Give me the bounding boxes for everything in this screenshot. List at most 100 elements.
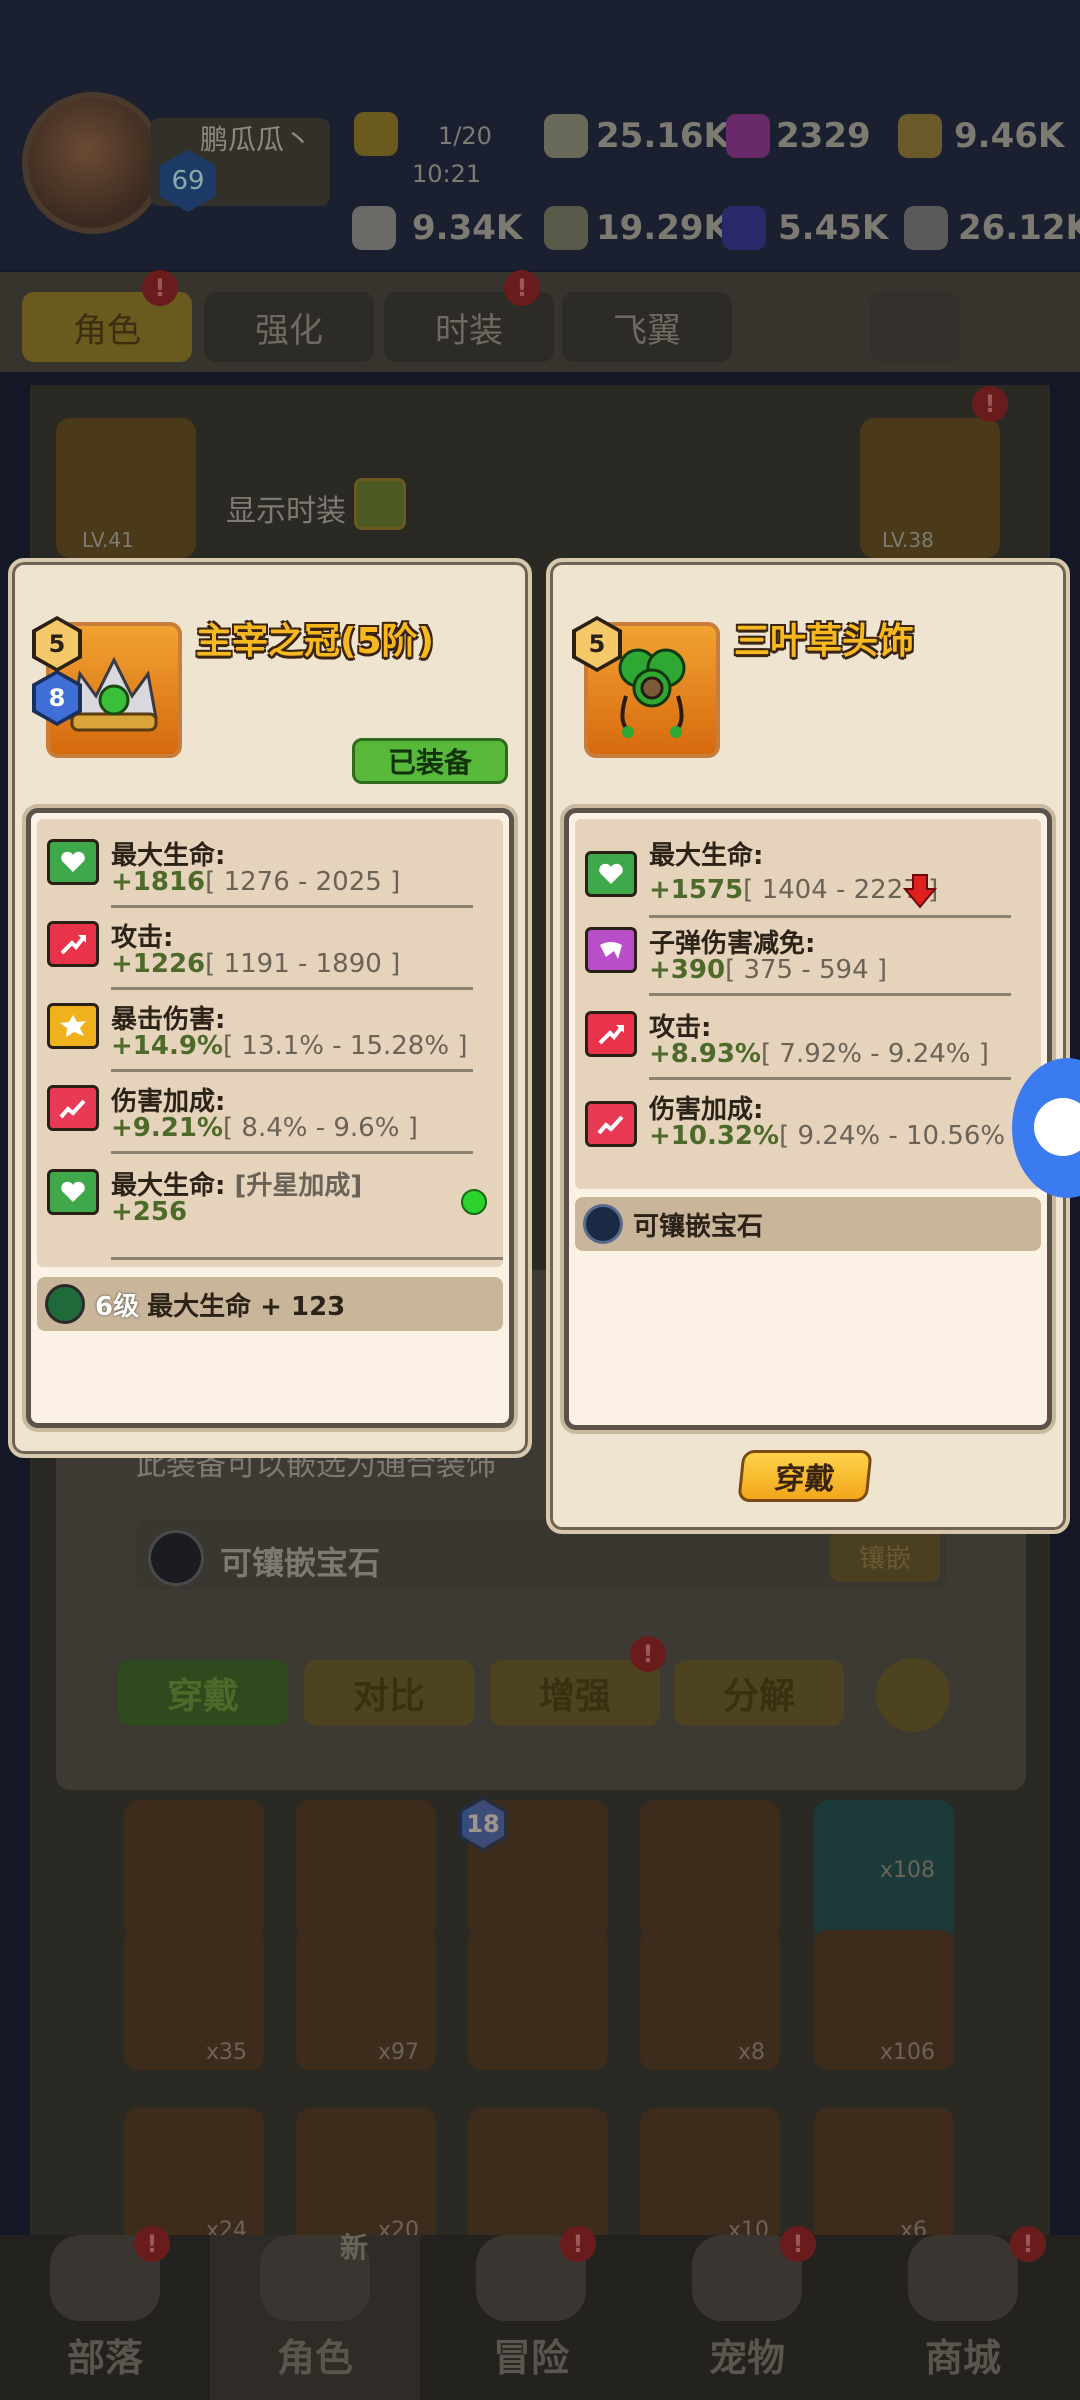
- crystal-icon: [722, 206, 766, 250]
- energy-icon: [354, 112, 398, 156]
- inventory-item-count: x35: [206, 2040, 248, 2065]
- divider: [649, 1077, 1011, 1080]
- compare-item-card: 5 三叶草头饰 最大生命: +1575[ 1404 - 2227 ] 子弹伤害减…: [546, 558, 1070, 1534]
- pink-orb-value: 2329: [776, 116, 871, 156]
- stat-value: +1575[ 1404 - 2227 ]: [649, 875, 939, 905]
- crystal-value: 5.45K: [778, 208, 889, 248]
- gem-socket-icon: [148, 1530, 204, 1586]
- nav-pets[interactable]: 宠物: [642, 2235, 852, 2400]
- stats-panel: 最大生命: +1816[ 1276 - 2025 ] 攻击: +1226[ 11…: [26, 808, 514, 1428]
- shop-icon: [908, 2235, 1018, 2321]
- empty-gem-socket-icon: [583, 1204, 623, 1244]
- nav-character-label: 角色: [276, 2336, 353, 2380]
- stats-panel: 最大生命: +1575[ 1404 - 2227 ] 子弹伤害减免: +390[…: [564, 808, 1052, 1430]
- inventory-item[interactable]: [124, 1800, 264, 1940]
- equip-button-bg[interactable]: 穿戴: [118, 1660, 288, 1726]
- bullet-shield-icon: [585, 927, 637, 973]
- gem-socket-label: 可镶嵌宝石: [220, 1544, 381, 1582]
- active-indicator-dot: [461, 1189, 487, 1215]
- gem-effect: 最大生命 + 123: [147, 1291, 346, 1322]
- nav-tribe-label: 部落: [66, 2336, 143, 2380]
- wood-value: 9.46K: [954, 116, 1065, 156]
- show-costume-label: 显示时装: [226, 494, 346, 529]
- item-title: 主宰之冠(5阶): [196, 621, 434, 662]
- decompose-button[interactable]: 分解: [674, 1660, 844, 1726]
- stone-value: 26.12K: [958, 208, 1080, 248]
- player-avatar[interactable]: [22, 92, 164, 234]
- nav-adventure[interactable]: 冒险: [426, 2235, 636, 2400]
- nav-tribe-alert-badge: !: [134, 2226, 170, 2262]
- stat-value: +390[ 375 - 594 ]: [649, 955, 888, 985]
- divider: [111, 905, 473, 908]
- stat-value: +14.9%[ 13.1% - 15.28% ]: [111, 1031, 468, 1061]
- nav-adventure-label: 冒险: [492, 2336, 569, 2380]
- coin-value: 19.29K: [596, 208, 730, 248]
- enhance-button[interactable]: 增强: [490, 1660, 660, 1726]
- nav-pets-label: 宠物: [708, 2336, 785, 2380]
- stat-value: +1226[ 1191 - 1890 ]: [111, 949, 401, 979]
- inventory-item[interactable]: [468, 2108, 608, 2248]
- divider: [649, 915, 1011, 918]
- coin-icon: [544, 206, 588, 250]
- nav-adventure-alert-badge: !: [560, 2226, 596, 2262]
- compare-button[interactable]: 对比: [304, 1660, 474, 1726]
- divider: [111, 987, 473, 990]
- gem-socket-label: 可镶嵌宝石: [633, 1211, 764, 1242]
- divider: [111, 1257, 503, 1260]
- player-name: 鹏瓜瓜丶: [200, 123, 313, 156]
- pink-orb-icon: [726, 114, 770, 158]
- inventory-item-count: x97: [378, 2040, 420, 2065]
- attack-arrow-icon: [585, 1011, 637, 1057]
- heart-icon: [585, 851, 637, 897]
- gem-level: 6级: [95, 1291, 140, 1322]
- bone-value: 9.34K: [412, 208, 523, 248]
- equip-slot-accessory-level: LV.38: [882, 528, 934, 552]
- tab-wings[interactable]: 飞翼: [562, 292, 732, 362]
- item-title: 三叶草头饰: [734, 621, 915, 662]
- nav-shop-alert-badge: !: [1010, 2226, 1046, 2262]
- inventory-item-count: x106: [880, 2040, 936, 2065]
- divider: [649, 993, 1011, 996]
- nav-shop-label: 商城: [924, 2336, 1001, 2380]
- divider: [111, 1069, 473, 1072]
- nav-tribe[interactable]: 部落: [0, 2235, 210, 2400]
- energy-value: 1/20: [438, 122, 492, 150]
- wolf-icon[interactable]: [870, 292, 960, 362]
- nav-character[interactable]: 角色: [210, 2235, 420, 2400]
- show-costume-checkbox[interactable]: [354, 478, 406, 530]
- stats-list: 最大生命: +1816[ 1276 - 2025 ] 攻击: +1226[ 11…: [37, 819, 503, 1267]
- heart-icon: [47, 839, 99, 885]
- equipped-badge: 已装备: [352, 738, 508, 784]
- attack-arrow-icon: [47, 921, 99, 967]
- stats-list: 最大生命: +1575[ 1404 - 2227 ] 子弹伤害减免: +390[…: [575, 819, 1041, 1189]
- tab-costume-alert-badge: !: [504, 270, 540, 306]
- damage-graph-icon: [47, 1085, 99, 1131]
- tab-enhance[interactable]: 强化: [204, 292, 374, 362]
- green-gem-icon: [45, 1284, 85, 1324]
- energy-timer: 10:21: [412, 160, 482, 188]
- gem-inlay-button[interactable]: 镶嵌: [830, 1530, 940, 1582]
- wood-icon: [898, 114, 942, 158]
- inventory-item[interactable]: [296, 1800, 436, 1940]
- inventory-item-count: x8: [738, 2040, 766, 2065]
- equipped-item-card: 5 8 主宰之冠(5阶) 已装备 最大生命: +1816[ 1276 - 202…: [8, 558, 532, 1458]
- lock-icon[interactable]: [876, 1658, 950, 1732]
- crit-burst-icon: [47, 1003, 99, 1049]
- stat-value: +256: [111, 1197, 188, 1227]
- heart-icon: [47, 1169, 99, 1215]
- inventory-item[interactable]: [814, 2108, 954, 2248]
- equip-button[interactable]: 穿戴: [737, 1450, 873, 1502]
- stone-icon: [904, 206, 948, 250]
- stat-value: +8.93%[ 7.92% - 9.24% ]: [649, 1039, 989, 1069]
- damage-graph-icon: [585, 1101, 637, 1147]
- inventory-item[interactable]: [640, 1800, 780, 1940]
- stat-value: +10.32%[ 9.24% - 10.56% ]: [649, 1121, 1024, 1151]
- gold-ore-icon: [544, 114, 588, 158]
- assistant-face-icon: [1034, 1098, 1080, 1156]
- nav-pets-alert-badge: !: [780, 2226, 816, 2262]
- inventory-item[interactable]: [468, 1930, 608, 2070]
- nav-character-new-badge: 新: [340, 2231, 369, 2264]
- tab-character-alert-badge: !: [142, 270, 178, 306]
- enhance-alert-badge: !: [630, 1636, 666, 1672]
- gold-ore-value: 25.16K: [596, 116, 730, 156]
